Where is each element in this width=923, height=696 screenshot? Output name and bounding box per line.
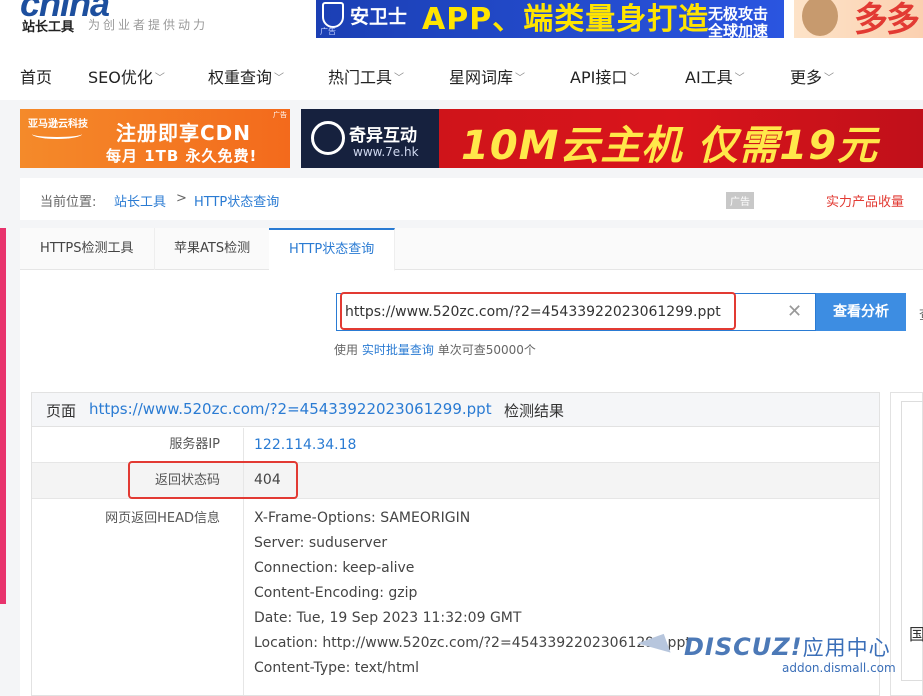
- nav-label: 星网词库: [449, 68, 514, 87]
- nav-label: API接口: [570, 68, 628, 87]
- nav-label: 更多: [790, 68, 823, 87]
- logo-subtitle: 站长工具: [22, 20, 75, 35]
- server-ip-value[interactable]: 122.114.34.18: [243, 428, 356, 462]
- status-code-label: 返回状态码: [154, 473, 220, 488]
- result-card: 页面 https://www.520zc.com/?2=454339220230…: [31, 392, 880, 696]
- ad-label: 广告: [726, 192, 754, 209]
- qiyi-logo-icon: [311, 121, 345, 155]
- hint-prefix: 使用: [334, 343, 359, 357]
- amazon-smile-icon: [32, 129, 82, 139]
- result-page-label: 页面: [46, 402, 77, 420]
- top-header: china 站长工具 为创业者提供动力 安卫士 APP、端类量身打造 无极攻击 …: [0, 0, 923, 48]
- top-ad-side-line1: 无极攻击: [708, 5, 769, 23]
- top-ad-side: 无极攻击 全球加速: [708, 5, 769, 39]
- chevron-down-icon: ﹀: [154, 73, 165, 84]
- nav-label: SEO优化: [88, 68, 153, 87]
- logo-tagline: 为创业者提供动力: [88, 18, 209, 32]
- top-ad-banner-2[interactable]: 多多: [794, 0, 923, 38]
- aws-ad-banner[interactable]: 亚马逊云科技 注册即享CDN 每月 1TB 永久免费! 广告: [20, 109, 290, 168]
- top-ad-side-line2: 全球加速: [708, 22, 769, 39]
- nav-label: 权重查询: [208, 68, 273, 87]
- top-ad-brand: 安卫士: [350, 6, 408, 28]
- tab-apple-ats[interactable]: 苹果ATS检测: [154, 228, 272, 270]
- head-line: Content-Type: text/html: [254, 660, 420, 676]
- aws-ad-corner: 亚马逊云科技: [28, 119, 88, 130]
- qiyi-ad-url: www.7e.hk: [353, 145, 419, 159]
- nav-label: 首页: [20, 68, 53, 87]
- shield-icon: [322, 2, 344, 28]
- server-ip-label: 服务器IP: [169, 437, 220, 452]
- aws-ad-line2: 每月 1TB 永久免费!: [106, 147, 258, 165]
- side-card: 国: [890, 392, 923, 696]
- nav-item-more[interactable]: 更多 ﹀: [790, 64, 834, 88]
- truncated-label: 查: [919, 304, 923, 323]
- tool-panel: HTTPS检测工具 苹果ATS检测 HTTP状态查询 ✕ 查看分析 查 使用 实…: [20, 228, 923, 696]
- qiyi-ad-headline: 10M云主机 仅需19元: [461, 123, 879, 168]
- head-info-row: 网页返回HEAD信息 X-Frame-Options: SAMEORIGIN S…: [32, 499, 879, 695]
- promo-link[interactable]: 实力产品收量: [826, 191, 904, 210]
- head-line: Content-Encoding: gzip: [254, 585, 418, 601]
- chevron-down-icon: ﹀: [734, 73, 745, 84]
- top-ad-slogan: APP、端类量身打造: [422, 2, 710, 37]
- url-search-box: ✕: [336, 293, 816, 331]
- top-ad-tag: 广告: [320, 27, 336, 36]
- top-ad-banner[interactable]: 安卫士 APP、端类量身打造 无极攻击 全球加速 广告: [316, 0, 784, 38]
- head-line: Date: Tue, 19 Sep 2023 11:32:09 GMT: [254, 610, 522, 626]
- batch-hint: 使用 实时批量查询 单次可查50000个: [334, 341, 536, 358]
- head-line: Server: suduserver: [254, 535, 388, 551]
- url-input[interactable]: [345, 298, 765, 326]
- head-line: Connection: keep-alive: [254, 560, 415, 576]
- head-line: X-Frame-Options: SAMEORIGIN: [254, 510, 471, 526]
- chevron-down-icon: ﹀: [394, 73, 405, 84]
- nav-label: AI工具: [685, 68, 733, 87]
- result-suffix: 检测结果: [504, 402, 565, 420]
- tab-http-status[interactable]: HTTP状态查询: [269, 228, 396, 271]
- aws-ad-mark: 广告: [273, 111, 287, 119]
- main-nav: 首页 SEO优化 ﹀ 权重查询 ﹀ 热门工具 ﹀ 星网词库 ﹀ API接口 ﹀ AI工具 ﹀…: [0, 48, 923, 100]
- nav-item-ai[interactable]: AI工具 ﹀: [685, 64, 745, 88]
- site-logo[interactable]: china 站长工具 为创业者提供动力: [20, 0, 230, 46]
- mascot-image: [802, 0, 838, 36]
- chevron-down-icon: ﹀: [274, 73, 285, 84]
- chevron-down-icon: ﹀: [515, 73, 526, 84]
- nav-label: 热门工具: [328, 68, 393, 87]
- head-info-label: 网页返回HEAD信息: [105, 511, 220, 526]
- aws-ad-line1: 注册即享CDN: [116, 121, 252, 145]
- nav-item-weight[interactable]: 权重查询 ﹀: [208, 64, 284, 88]
- nav-item-home[interactable]: 首页: [20, 64, 52, 88]
- breadcrumb-separator: >: [176, 191, 187, 206]
- nav-item-api[interactable]: API接口 ﹀: [570, 64, 639, 88]
- status-code-value: 404: [243, 463, 281, 498]
- chevron-down-icon: ﹀: [629, 73, 640, 84]
- breadcrumb-prefix: 当前位置:: [40, 195, 97, 210]
- tool-tabs: HTTPS检测工具 苹果ATS检测 HTTP状态查询: [20, 228, 923, 271]
- chevron-down-icon: ﹀: [824, 73, 835, 84]
- hint-suffix: 单次可查50000个: [437, 343, 536, 357]
- result-header: 页面 https://www.520zc.com/?2=454339220230…: [32, 393, 879, 427]
- batch-query-link[interactable]: 实时批量查询: [362, 343, 434, 357]
- server-ip-row: 服务器IP 122.114.34.18: [32, 428, 879, 463]
- side-glyph: 国: [909, 625, 923, 644]
- nav-item-seo[interactable]: SEO优化 ﹀: [88, 64, 165, 88]
- qiyi-ad-banner[interactable]: 奇异互动 www.7e.hk 10M云主机 仅需19元: [301, 109, 923, 168]
- qiyi-ad-logo-box: 奇异互动 www.7e.hk: [301, 109, 439, 168]
- head-info-value: X-Frame-Options: SAMEORIGIN Server: sudu…: [243, 499, 691, 695]
- left-accent-strip: [0, 228, 6, 604]
- nav-item-tools[interactable]: 热门工具 ﹀: [328, 64, 404, 88]
- breadcrumb-current-link[interactable]: HTTP状态查询: [194, 191, 279, 210]
- qiyi-ad-name: 奇异互动: [349, 126, 417, 146]
- result-url-link[interactable]: https://www.520zc.com/?2=454339220230612…: [89, 400, 492, 418]
- analyze-button[interactable]: 查看分析: [816, 293, 906, 331]
- top-ad2-text: 多多: [854, 0, 920, 38]
- nav-item-keywords[interactable]: 星网词库 ﹀: [449, 64, 525, 88]
- head-line: Location: http://www.520zc.com/?2=454339…: [254, 635, 691, 651]
- breadcrumb-home-link[interactable]: 站长工具: [114, 191, 166, 210]
- breadcrumb: 当前位置: 站长工具 > HTTP状态查询 广告 实力产品收量: [20, 178, 923, 220]
- status-code-row: 返回状态码 404: [32, 463, 879, 499]
- tab-https-check[interactable]: HTTPS检测工具: [20, 228, 155, 270]
- close-icon[interactable]: ✕: [787, 301, 802, 322]
